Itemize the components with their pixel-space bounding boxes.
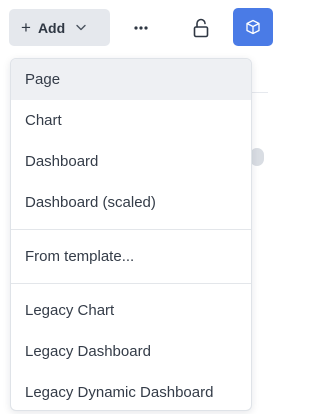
background-toggle <box>250 148 264 166</box>
unlock-icon[interactable] <box>192 18 210 38</box>
cube-button[interactable] <box>233 8 273 46</box>
background-divider <box>252 92 268 93</box>
menu-item-dashboard[interactable]: Dashboard <box>11 141 251 182</box>
menu-item-page[interactable]: Page <box>11 59 251 100</box>
menu-separator <box>11 283 251 284</box>
menu-item-label: Dashboard (scaled) <box>25 194 156 211</box>
editor-toolbar-area: + Add Page Chart Dashboard Dashboard (sc… <box>0 0 273 414</box>
menu-item-legacy-dynamic-dashboard[interactable]: Legacy Dynamic Dashboard <box>11 372 251 410</box>
add-button-label: Add <box>37 19 66 36</box>
menu-item-chart[interactable]: Chart <box>11 100 251 141</box>
menu-item-dashboard-scaled[interactable]: Dashboard (scaled) <box>11 182 251 223</box>
menu-item-label: Chart <box>25 112 62 129</box>
menu-item-label: Legacy Dynamic Dashboard <box>25 384 214 401</box>
menu-item-label: Legacy Chart <box>25 302 115 319</box>
add-button[interactable]: + Add <box>9 9 110 46</box>
menu-item-label: Legacy Dashboard <box>25 343 151 360</box>
menu-item-legacy-dashboard[interactable]: Legacy Dashboard <box>11 331 251 372</box>
menu-item-label: Dashboard <box>25 153 99 170</box>
menu-separator <box>11 229 251 230</box>
cube-icon <box>246 19 260 35</box>
more-horizontal-icon[interactable] <box>131 18 151 38</box>
menu-item-label: Page <box>25 71 61 88</box>
add-dropdown-menu: Page Chart Dashboard Dashboard (scaled) … <box>10 58 252 411</box>
menu-item-label: From template... <box>25 248 135 265</box>
menu-item-from-template[interactable]: From template... <box>11 236 251 277</box>
plus-icon: + <box>21 18 31 37</box>
chevron-down-icon <box>76 24 86 31</box>
menu-item-legacy-chart[interactable]: Legacy Chart <box>11 290 251 331</box>
